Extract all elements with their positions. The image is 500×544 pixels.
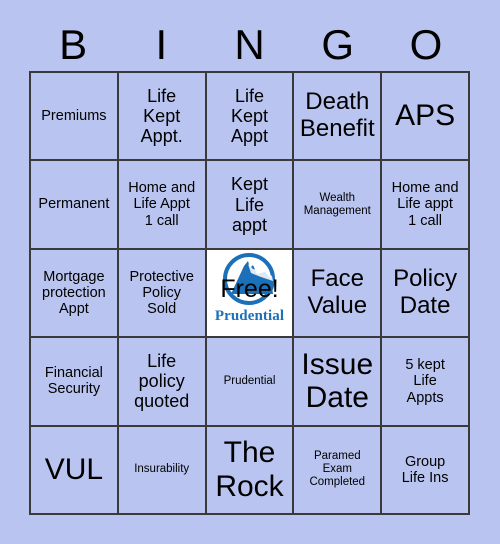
bingo-cell-label: Death Benefit — [299, 88, 375, 143]
header-letter-b: B — [59, 21, 88, 68]
bingo-cell[interactable]: 5 kept Life Appts — [382, 338, 470, 427]
bingo-free-space-cell[interactable]: Prudential Free! — [206, 249, 295, 339]
bingo-cell-label: Group Life Ins — [401, 453, 449, 486]
bingo-cell[interactable]: Permanent — [31, 161, 119, 250]
bingo-cell-label: Home and Life appt 1 call — [391, 180, 459, 229]
bingo-cell[interactable]: Life Kept Appt — [206, 73, 295, 162]
bingo-cell[interactable]: APS — [382, 73, 470, 162]
bingo-cell-label: VUL — [44, 453, 104, 486]
bingo-cell[interactable]: Paramed Exam Completed — [294, 426, 383, 515]
bingo-cell[interactable]: Policy Date — [382, 249, 470, 339]
bingo-cell[interactable]: Wealth Management — [294, 161, 383, 250]
bingo-cell-label: The Rock — [215, 436, 284, 503]
bingo-cell[interactable]: Insurability — [118, 426, 207, 515]
bingo-cell[interactable]: Financial Security — [31, 338, 119, 427]
bingo-cell-label: Policy Date — [393, 265, 458, 319]
bingo-cell[interactable]: Home and Life appt 1 call — [382, 161, 470, 250]
bingo-header: B I N G O — [29, 20, 470, 70]
bingo-cell-label: Insurability — [134, 463, 190, 476]
bingo-cell-label: Protective Policy Sold — [129, 268, 194, 318]
bingo-cell-label: Financial Security — [44, 365, 103, 398]
bingo-cell-label: Paramed Exam Completed — [309, 450, 366, 489]
bingo-cell[interactable]: Group Life Ins — [382, 426, 470, 515]
bingo-cell[interactable]: The Rock — [206, 426, 295, 515]
header-letter-g: G — [321, 21, 355, 68]
header-letter-o: O — [409, 21, 443, 68]
bingo-cell[interactable]: Face Value — [294, 249, 383, 339]
bingo-cell-label: Face Value — [307, 265, 368, 319]
header-letter-i: I — [155, 21, 168, 68]
prudential-rock-logo-icon — [217, 252, 281, 310]
bingo-cell-label: Kept Life appt — [230, 174, 268, 235]
bingo-cell[interactable]: Protective Policy Sold — [118, 249, 207, 339]
bingo-cell-label: Permanent — [38, 196, 110, 213]
bingo-cell-label: Life Kept Appt — [230, 85, 268, 147]
bingo-cell-label: 5 kept Life Appts — [405, 357, 445, 406]
bingo-cell[interactable]: Life Kept Appt. — [118, 73, 207, 162]
bingo-cell-label: Wealth Management — [303, 191, 371, 217]
bingo-cell[interactable]: Issue Date — [294, 338, 383, 427]
bingo-cell[interactable]: Mortgage protection Appt — [31, 249, 119, 339]
header-letter-n: N — [234, 21, 265, 68]
bingo-cell-label: Prudential — [223, 374, 276, 387]
bingo-card: B I N G O Premiums Life Kept Appt. Life … — [0, 0, 500, 544]
bingo-cell-label: Home and Life Appt 1 call — [128, 180, 196, 229]
bingo-cell-label: Issue Date — [301, 347, 374, 415]
bingo-cell-label: Life policy quoted — [134, 351, 190, 412]
bingo-grid: Premiums Life Kept Appt. Life Kept Appt … — [29, 71, 470, 515]
bingo-cell-label: Life Kept Appt. — [140, 85, 183, 147]
prudential-wordmark: Prudential — [214, 307, 285, 324]
bingo-cell[interactable]: Death Benefit — [294, 73, 383, 162]
bingo-cell[interactable]: Premiums — [31, 73, 119, 162]
bingo-cell[interactable]: Prudential — [206, 338, 295, 427]
bingo-cell[interactable]: VUL — [31, 426, 119, 515]
bingo-cell-label: Mortgage protection Appt — [42, 268, 106, 318]
free-space-content: Prudential Free! — [206, 249, 293, 337]
bingo-cell-label: APS — [395, 99, 456, 133]
bingo-cell-label: Premiums — [41, 108, 107, 125]
bingo-cell[interactable]: Life policy quoted — [118, 338, 207, 427]
bingo-cell[interactable]: Kept Life appt — [206, 161, 295, 250]
bingo-cell[interactable]: Home and Life Appt 1 call — [118, 161, 207, 250]
